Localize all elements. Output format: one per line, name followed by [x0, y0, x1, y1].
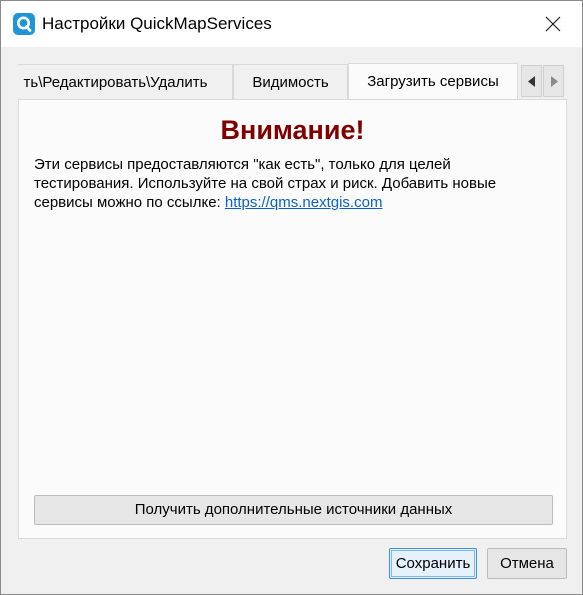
tab-scroll-right-button[interactable] — [543, 65, 564, 97]
warning-title: Внимание! — [220, 115, 365, 145]
get-more-sources-button[interactable]: Получить дополнительные источники данных — [34, 495, 553, 525]
load-services-panel: Внимание! Эти сервисы предоставляются "к… — [18, 99, 567, 539]
tab-scroll-left-button[interactable] — [521, 65, 542, 97]
chevron-left-icon — [528, 76, 535, 87]
cancel-button[interactable]: Отмена — [487, 548, 567, 579]
save-button[interactable]: Сохранить — [389, 548, 477, 579]
tab-bar: ть\Редактировать\Удалить Видимость Загру… — [18, 63, 566, 99]
title-bar[interactable]: Настройки QuickMapServices — [1, 1, 582, 47]
tabs-container: ть\Редактировать\Удалить Видимость Загру… — [18, 63, 518, 99]
settings-dialog: Настройки QuickMapServices ть\Редактиров… — [0, 0, 583, 595]
qms-link[interactable]: https://qms.nextgis.com — [225, 194, 383, 211]
chevron-right-icon — [551, 76, 558, 87]
window-title: Настройки QuickMapServices — [42, 14, 272, 33]
close-icon — [545, 16, 561, 32]
info-text: Эти сервисы предоставляются "как есть", … — [34, 155, 554, 212]
tab-load-services[interactable]: Загрузить сервисы — [348, 63, 518, 99]
tab-add-edit-delete[interactable]: ть\Редактировать\Удалить — [18, 64, 233, 99]
close-button[interactable] — [524, 1, 582, 47]
tab-visibility[interactable]: Видимость — [233, 64, 348, 99]
quickmapservices-icon — [13, 13, 35, 35]
